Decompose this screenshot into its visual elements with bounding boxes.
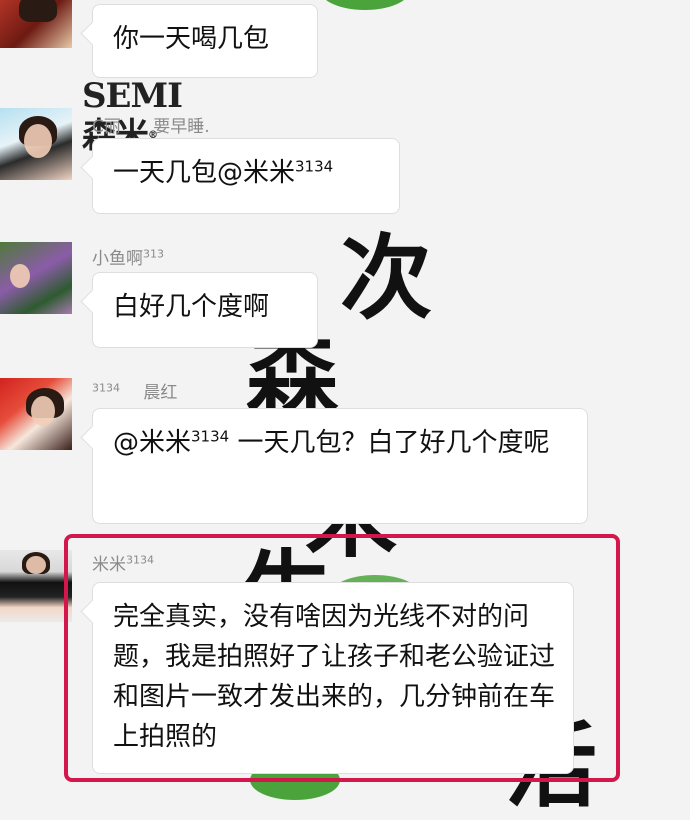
message-text: 一天几包@米米 [113,158,296,188]
avatar[interactable] [0,550,72,622]
sender-name-main: 晨红 [143,383,178,403]
sender-name-prefix: 3134 [92,381,120,395]
highlight-box [64,534,620,782]
message-bubble[interactable]: 一天几包@米米3134 [92,138,400,214]
message-text: 白好几个度啊 [113,292,270,322]
avatar-hair [19,0,57,22]
message-bubble[interactable]: 你一天喝几包 [92,4,318,78]
message-mention-suffix: 3134 [295,157,334,176]
message-text-cont: 一天几包？白了好几个度呢 [229,428,550,458]
avatar-face [31,396,55,426]
watermark-green-blob [320,0,410,10]
message-text: 你一天喝几包 [113,24,270,54]
message-text: @米米 [113,428,192,458]
avatar-face [10,264,30,288]
brand-watermark-logo: SEMI森米® [82,76,183,156]
avatar[interactable] [0,242,72,314]
chat-window: 次 森 米 生 活 SEMI森米® 你一天喝几包 C丽 要早睡. 一天几包@米米… [0,0,690,812]
sender-name: C丽 要早睡. [92,117,210,137]
sender-name: 小鱼啊313 [92,244,164,269]
message-mention-suffix: 3134 [191,427,230,446]
message-bubble[interactable]: 白好几个度啊 [92,272,318,348]
sender-name-main: 小鱼啊 [92,249,143,269]
sender-name-suffix: 313 [143,247,164,261]
sender-name: 3134 晨红 [92,378,177,403]
avatar[interactable] [0,108,72,180]
watermark-char: 次 [340,224,433,332]
avatar-face [26,556,46,574]
avatar-face [24,124,52,158]
message-bubble[interactable]: @米米3134 一天几包？白了好几个度呢 [92,408,588,524]
avatar[interactable] [0,0,72,48]
avatar[interactable] [0,378,72,450]
